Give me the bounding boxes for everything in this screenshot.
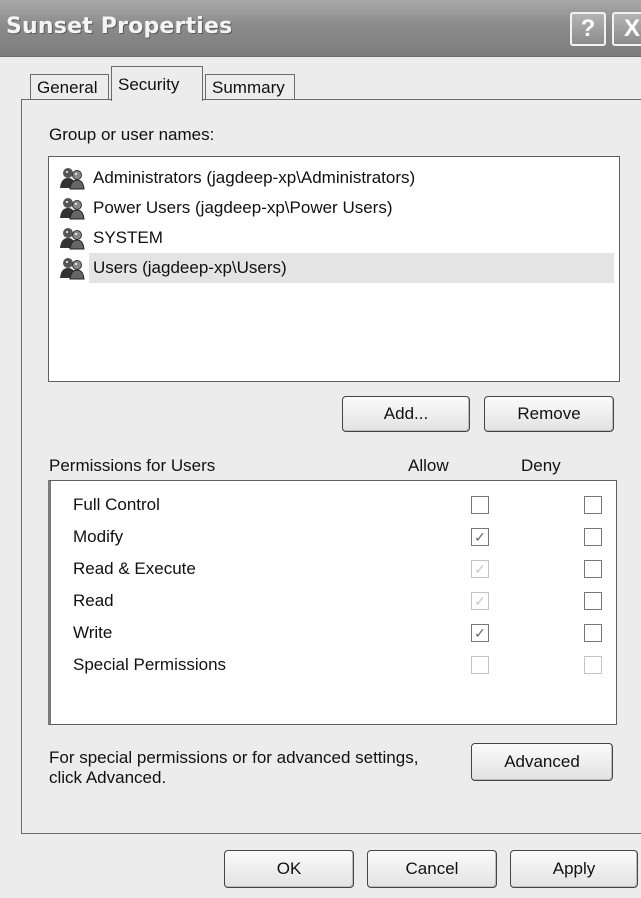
deny-checkbox[interactable] — [584, 528, 602, 546]
deny-checkbox[interactable] — [584, 496, 602, 514]
help-icon: ? — [580, 15, 596, 42]
users-group-icon — [59, 256, 85, 280]
allow-header: Allow — [408, 456, 449, 475]
allow-checkbox — [471, 656, 489, 674]
list-item[interactable]: Power Users (jagdeep-xp\Power Users) — [59, 193, 614, 223]
deny-checkbox[interactable] — [584, 592, 602, 610]
tab-summary[interactable]: Summary — [205, 74, 295, 100]
list-item-label: Users (jagdeep-xp\Users) — [91, 256, 289, 280]
list-item-label: Administrators (jagdeep-xp\Administrator… — [93, 168, 416, 187]
help-button[interactable]: ? — [570, 12, 606, 46]
deny-checkbox[interactable] — [584, 560, 602, 578]
permission-row: Special Permissions — [73, 653, 613, 679]
permission-row: Read ✓ — [73, 589, 613, 615]
permission-name: Special Permissions — [73, 655, 227, 674]
deny-checkbox — [584, 656, 602, 674]
list-item[interactable]: SYSTEM — [59, 223, 614, 253]
window-title: Sunset Properties — [6, 14, 233, 39]
remove-button[interactable]: Remove — [484, 396, 614, 432]
users-group-icon — [59, 166, 85, 190]
close-icon: X — [623, 15, 640, 42]
ok-button[interactable]: OK — [224, 850, 354, 888]
permission-row: Full Control — [73, 493, 613, 519]
permissions-list: Full Control Modify ✓ Read & Execute ✓ Read ✓ W… — [48, 480, 617, 725]
permission-name: Full Control — [73, 495, 160, 514]
deny-header: Deny — [521, 456, 561, 475]
allow-checkbox[interactable]: ✓ — [471, 528, 489, 546]
title-bar: Sunset Properties ? X — [0, 0, 641, 57]
permission-row: Read & Execute ✓ — [73, 557, 613, 583]
permission-name: Read — [73, 591, 114, 610]
tab-strip: General Security Summary — [0, 66, 641, 101]
tab-security[interactable]: Security — [111, 66, 203, 101]
list-item-label: Power Users (jagdeep-xp\Power Users) — [93, 198, 393, 217]
users-group-icon — [59, 196, 85, 220]
permissions-header: Permissions for Users — [49, 456, 216, 475]
list-item[interactable]: Administrators (jagdeep-xp\Administrator… — [59, 163, 614, 193]
allow-checkbox: ✓ — [471, 592, 489, 610]
allow-checkbox[interactable]: ✓ — [471, 624, 489, 642]
allow-checkbox[interactable] — [471, 496, 489, 514]
allow-checkbox: ✓ — [471, 560, 489, 578]
permission-name: Read & Execute — [73, 559, 196, 578]
permission-row: Write ✓ — [73, 621, 613, 647]
cancel-button[interactable]: Cancel — [367, 850, 497, 888]
add-button[interactable]: Add... — [342, 396, 470, 432]
users-group-icon — [59, 226, 85, 250]
permission-name: Modify — [73, 527, 124, 546]
tab-general[interactable]: General — [30, 74, 109, 100]
advanced-button[interactable]: Advanced — [471, 743, 613, 781]
group-user-list[interactable]: Administrators (jagdeep-xp\Administrator… — [48, 156, 620, 382]
permission-row: Modify ✓ — [73, 525, 613, 551]
apply-button[interactable]: Apply — [510, 850, 638, 888]
list-item[interactable]: Users (jagdeep-xp\Users) — [59, 253, 614, 283]
close-button[interactable]: X — [612, 12, 641, 46]
list-item-label: SYSTEM — [93, 228, 163, 247]
permission-name: Write — [73, 623, 113, 642]
deny-checkbox[interactable] — [584, 624, 602, 642]
group-names-label: Group or user names: — [49, 125, 215, 144]
advanced-hint-line2: click Advanced. — [49, 768, 167, 787]
advanced-hint-line1: For special permissions or for advanced … — [49, 748, 419, 767]
